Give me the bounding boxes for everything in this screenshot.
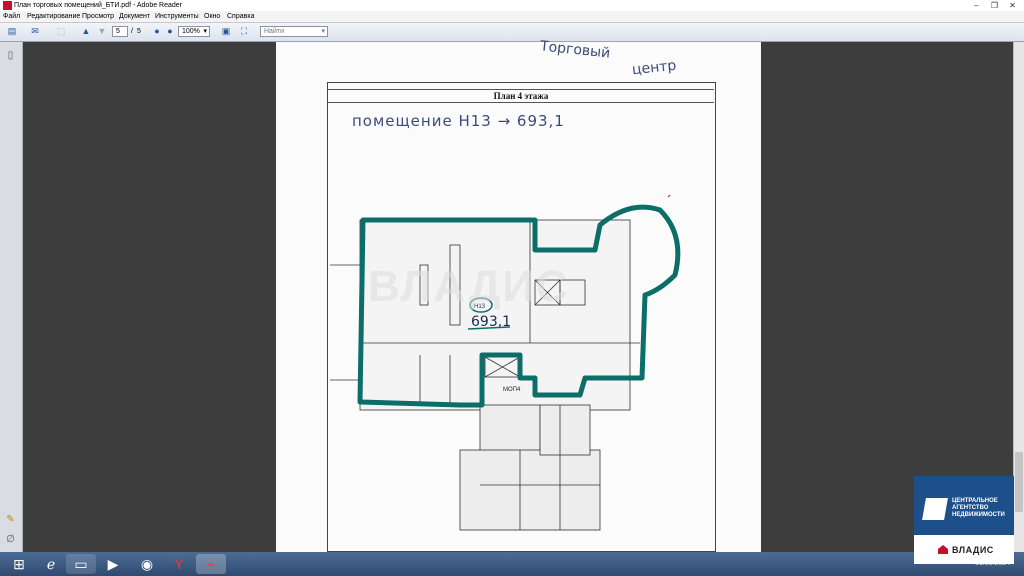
file-explorer-icon[interactable]: ▭ — [66, 554, 96, 574]
logo-line3: НЕДВИЖИМОСТИ — [952, 512, 1005, 518]
logo-brand: ВЛАДИС — [952, 545, 994, 555]
restore-button[interactable]: ❐ — [988, 1, 1001, 10]
menu-document[interactable]: Документ — [119, 12, 150, 21]
handwritten-room-note: помещение Н13 → 693,1 — [352, 112, 565, 130]
fit-page-icon[interactable]: ▣ — [220, 26, 232, 37]
logo-bottom: ВЛАДИС — [914, 535, 1014, 564]
attach-icon[interactable]: ⬚ — [54, 26, 68, 37]
adobe-reader-taskbar-icon[interactable]: ⌁ — [196, 554, 226, 574]
search-dropdown-icon: ▾ — [321, 28, 325, 35]
menu-view[interactable]: Просмотр — [82, 12, 114, 21]
start-button[interactable]: ⊞ — [4, 554, 34, 574]
page-number-input[interactable]: 5 — [112, 26, 128, 37]
window-title: План торговых помещений_БТИ.pdf - Adobe … — [14, 2, 183, 9]
window-titlebar: План торговых помещений_БТИ.pdf - Adobe … — [0, 0, 1024, 11]
floor-plan-drawing: Н13 693,1 МОП4 — [330, 195, 681, 531]
search-input[interactable]: Найти ▾ — [260, 26, 328, 37]
menu-window[interactable]: Окно — [204, 12, 220, 21]
page-separator: / — [131, 28, 133, 35]
vertical-scrollbar[interactable] — [1013, 42, 1024, 552]
search-placeholder: Найти — [264, 28, 284, 35]
close-button[interactable]: ✕ — [1006, 1, 1019, 10]
menu-edit[interactable]: Редактирование — [27, 12, 80, 21]
menu-help[interactable]: Справка — [227, 12, 254, 21]
zoom-in-icon[interactable]: ● — [165, 26, 175, 37]
taskbar: ⊞ ℯ ▭ ▶ ◉ Y ⌁ — [0, 552, 1024, 576]
agency-logo: ЦЕНТРАЛЬНОЕ АГЕНТСТВО НЕДВИЖИМОСТИ ВЛАДИ… — [914, 476, 1014, 564]
adobe-reader-icon — [3, 1, 12, 10]
browser-icon[interactable]: ℯ — [36, 554, 66, 574]
plan-title: План 4 этажа — [328, 89, 714, 103]
arrow-icon — [667, 195, 671, 198]
menu-tools[interactable]: Инструменты — [155, 12, 199, 21]
next-page-icon[interactable]: ▼ — [96, 26, 108, 37]
logo-mark-icon — [922, 498, 948, 520]
minimize-button[interactable]: – — [970, 1, 983, 10]
watermark: ВЛАДИС — [368, 262, 570, 311]
logo-top: ЦЕНТРАЛЬНОЕ АГЕНТСТВО НЕДВИЖИМОСТИ — [914, 476, 1014, 535]
zoom-select[interactable]: 100% ▾ — [178, 26, 210, 37]
logo-line2: АГЕНТСТВО — [952, 505, 989, 511]
house-icon — [938, 545, 948, 554]
plan-room-label: МОП4 — [503, 387, 521, 393]
pages-icon[interactable]: ▯ — [5, 50, 16, 61]
chevron-down-icon: ▾ — [203, 28, 207, 35]
previous-page-icon[interactable]: ▲ — [80, 26, 92, 37]
navigation-panel: ▯ ✎ ∅ — [0, 42, 23, 552]
scrollbar-thumb[interactable] — [1015, 452, 1023, 512]
media-player-icon[interactable]: ▶ — [98, 554, 128, 574]
toolbar: ▤ ✉ ⬚ ▲ ▼ 5 / 5 ● ● 100% ▾ ▣ ⛶ Найти ▾ — [0, 23, 1024, 42]
fit-width-icon[interactable]: ⛶ — [238, 26, 250, 37]
attachments-icon[interactable]: ∅ — [5, 534, 16, 545]
total-pages: 5 — [137, 28, 141, 35]
email-icon[interactable]: ✉ — [26, 26, 44, 37]
yandex-browser-icon[interactable]: Y — [164, 554, 194, 574]
print-icon[interactable]: ▤ — [5, 26, 19, 37]
zoom-value: 100% — [182, 28, 200, 35]
logo-text: ЦЕНТРАЛЬНОЕ АГЕНТСТВО НЕДВИЖИМОСТИ — [952, 498, 1012, 519]
comments-icon[interactable]: ✎ — [5, 514, 16, 525]
menu-bar: Файл Редактирование Просмотр Документ Ин… — [0, 11, 1024, 23]
menu-file[interactable]: Файл — [3, 12, 20, 21]
zoom-out-icon[interactable]: ● — [152, 26, 162, 37]
chrome-icon[interactable]: ◉ — [132, 554, 162, 574]
logo-line1: ЦЕНТРАЛЬНОЕ — [952, 498, 998, 504]
